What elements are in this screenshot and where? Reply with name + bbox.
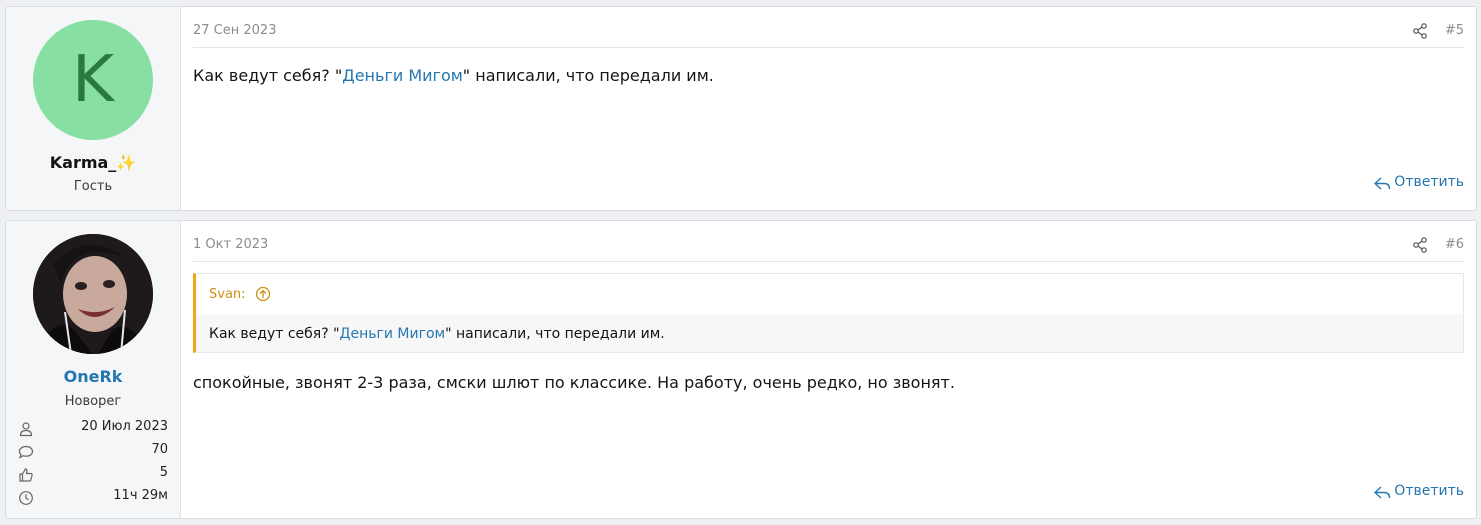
post-date[interactable]: 1 Окт 2023 <box>193 237 268 252</box>
stat-time-value: 11ч 29м <box>113 488 168 503</box>
reply-button[interactable]: Ответить <box>1374 174 1464 190</box>
post-meta: 1 Окт 2023 #6 <box>193 235 1464 262</box>
stat-reactions-value: 5 <box>159 465 168 480</box>
stat-messages-value: 70 <box>151 442 168 457</box>
reply-icon <box>1374 177 1391 190</box>
post-content: 1 Окт 2023 #6 Svan: Как ведут себя? "Ден… <box>193 221 1464 518</box>
user-stats: 20 Июл 2023 70 5 11ч 29м <box>18 419 168 511</box>
message-link[interactable]: Деньги Мигом <box>342 66 463 85</box>
thumbs-up-icon <box>19 468 33 482</box>
user-cell: OneRk Новорег 20 Июл 2023 70 5 11ч 29м <box>6 221 181 518</box>
avatar-photo-art <box>33 234 153 354</box>
clock-icon <box>19 491 33 505</box>
post-meta: 27 Сен 2023 #5 <box>193 21 1464 48</box>
share-icon[interactable] <box>1412 237 1428 253</box>
username[interactable]: OneRk <box>6 367 180 386</box>
avatar-letter: K <box>72 43 114 117</box>
post-message: Как ведут себя? "Деньги Мигом" написали,… <box>193 66 714 85</box>
quote-header: Svan: <box>196 274 1463 314</box>
post-5: K Karma_✨ Гость 27 Сен 2023 #5 Как ведут… <box>5 6 1477 211</box>
share-icon[interactable] <box>1412 23 1428 39</box>
post-number[interactable]: #6 <box>1445 237 1464 252</box>
sparkle-emoji: ✨ <box>116 153 137 172</box>
stat-time: 11ч 29м <box>18 488 168 511</box>
arrow-up-circle-icon[interactable] <box>255 286 271 302</box>
quote-text: Как ведут себя? "Деньги Мигом" написали,… <box>209 326 665 342</box>
reply-button[interactable]: Ответить <box>1374 483 1464 499</box>
post-date[interactable]: 27 Сен 2023 <box>193 23 276 38</box>
reply-icon <box>1374 486 1391 499</box>
post-content: 27 Сен 2023 #5 Как ведут себя? "Деньги М… <box>193 7 1464 210</box>
avatar[interactable] <box>33 234 153 354</box>
stat-joined: 20 Июл 2023 <box>18 419 168 442</box>
stat-reactions: 5 <box>18 465 168 488</box>
stat-joined-value: 20 Июл 2023 <box>81 419 168 434</box>
quote-link[interactable]: Деньги Мигом <box>340 326 446 342</box>
avatar[interactable]: K <box>33 20 153 140</box>
post-6: OneRk Новорег 20 Июл 2023 70 5 11ч 29м 1… <box>5 220 1477 519</box>
username-text: Karma_ <box>49 153 117 172</box>
post-message: спокойные, звонят 2-3 раза, смски шлют п… <box>193 373 955 392</box>
post-number[interactable]: #5 <box>1445 23 1464 38</box>
user-title: Новорег <box>64 394 122 409</box>
quote-block: Svan: Как ведут себя? "Деньги Мигом" нап… <box>193 273 1464 353</box>
user-icon <box>19 422 33 437</box>
user-cell: K Karma_✨ Гость <box>6 7 181 210</box>
stat-messages: 70 <box>18 442 168 465</box>
quote-author[interactable]: Svan: <box>209 287 246 302</box>
message-text-after: " написали, что передали им. <box>462 66 714 85</box>
username[interactable]: Karma_✨ <box>6 153 180 172</box>
quote-text-after: " написали, что передали им. <box>445 326 665 342</box>
quote-text-before: Как ведут себя? " <box>209 326 340 342</box>
message-text-before: Как ведут себя? " <box>193 66 343 85</box>
user-title: Гость <box>73 179 113 194</box>
comment-icon <box>18 445 34 459</box>
